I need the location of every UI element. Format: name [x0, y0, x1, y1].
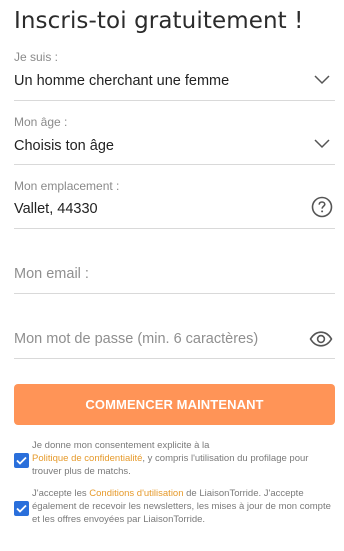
age-select[interactable]: Mon âge : Choisis ton âge — [14, 115, 335, 165]
start-now-button[interactable]: COMMENCER MAINTENANT — [14, 384, 335, 425]
gender-label: Je suis : — [14, 50, 59, 64]
location-field[interactable]: Mon emplacement : Vallet, 44330 — [14, 179, 335, 229]
page-title: Inscris-toi gratuitement ! — [14, 8, 304, 34]
checkmark-icon — [16, 456, 27, 465]
terms-consent-checkbox[interactable] — [14, 501, 29, 516]
checkmark-icon — [16, 504, 27, 513]
gender-select[interactable]: Je suis : Un homme cherchant une femme — [14, 50, 335, 101]
location-label: Mon emplacement : — [14, 179, 120, 193]
email-placeholder: Mon email : — [14, 266, 89, 282]
location-value: Vallet, 44330 — [14, 201, 98, 217]
gender-value: Un homme cherchant une femme — [14, 73, 230, 89]
privacy-consent-checkbox[interactable] — [14, 453, 29, 468]
password-placeholder: Mon mot de passe (min. 6 caractères) — [14, 331, 259, 347]
age-label: Mon âge : — [14, 115, 68, 129]
terms-consent-text: J'accepte les Conditions d'utilisation d… — [32, 488, 331, 525]
terms-of-use-link[interactable]: Conditions d'utilisation — [89, 488, 183, 499]
question-circle-icon[interactable] — [311, 196, 333, 218]
privacy-consent-text: Je donne mon consentement explicite à la… — [32, 440, 309, 477]
privacy-consent: Je donne mon consentement explicite à la… — [14, 437, 335, 481]
chevron-down-icon — [311, 69, 333, 91]
age-value: Choisis ton âge — [14, 138, 114, 154]
eye-icon[interactable] — [309, 328, 333, 350]
privacy-policy-link[interactable]: Politique de confidentialité — [32, 453, 142, 464]
terms-consent: J'accepte les Conditions d'utilisation d… — [14, 487, 335, 531]
email-field[interactable]: Mon email : — [14, 246, 335, 294]
chevron-down-icon — [311, 133, 333, 155]
password-field[interactable]: Mon mot de passe (min. 6 caractères) — [14, 311, 335, 359]
